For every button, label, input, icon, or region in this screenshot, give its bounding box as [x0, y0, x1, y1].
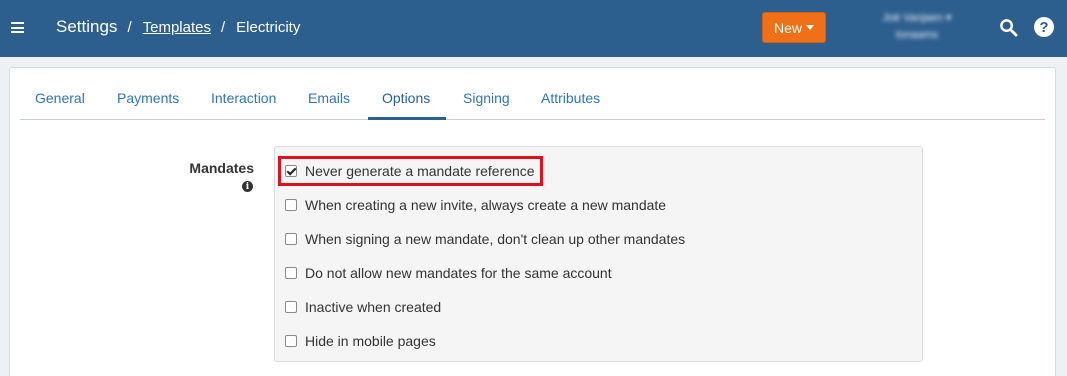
new-dropdown-button[interactable]: New	[762, 12, 826, 43]
tab-attributes[interactable]: Attributes	[541, 90, 600, 106]
breadcrumb-templates-link[interactable]: Templates	[143, 19, 211, 36]
caret-down-icon	[806, 25, 814, 30]
option-label: When creating a new invite, always creat…	[305, 197, 667, 213]
tab-emails[interactable]: Emails	[308, 90, 350, 106]
option-label: Inactive when created	[305, 299, 442, 315]
breadcrumb-electricity: Electricity	[236, 19, 301, 36]
option-always-create-new-mandate[interactable]: When creating a new invite, always creat…	[285, 195, 666, 215]
mandates-label: Mandates	[189, 160, 254, 176]
option-dont-clean-up-mandates[interactable]: When signing a new mandate, don't clean …	[285, 229, 685, 249]
option-hide-in-mobile-pages[interactable]: Hide in mobile pages	[285, 331, 436, 351]
checkbox[interactable]	[285, 199, 297, 211]
user-menu[interactable]: Joë Vanjaen ▾ tonaams	[862, 10, 972, 46]
checkbox[interactable]	[285, 267, 297, 279]
top-navigation-bar: Settings / Templates / Electricity New J…	[0, 0, 1067, 57]
breadcrumb-separator: /	[127, 19, 132, 36]
tab-general[interactable]: General	[35, 90, 85, 106]
user-organization: tonaams	[895, 29, 939, 41]
help-icon[interactable]: ?	[1034, 17, 1054, 37]
option-no-new-mandates-same-account[interactable]: Do not allow new mandates for the same a…	[285, 263, 612, 283]
search-icon[interactable]	[999, 18, 1018, 37]
tab-payments[interactable]: Payments	[117, 90, 179, 106]
hamburger-menu-icon[interactable]	[11, 22, 24, 33]
option-label: Do not allow new mandates for the same a…	[305, 265, 612, 281]
breadcrumb-separator: /	[220, 19, 226, 36]
option-label: When signing a new mandate, don't clean …	[305, 231, 686, 247]
tab-bar: General Payments Interaction Emails Opti…	[20, 79, 1045, 120]
breadcrumb-settings: Settings	[56, 17, 118, 36]
checkbox[interactable]	[285, 301, 297, 313]
checkbox[interactable]	[285, 233, 297, 245]
option-label: Hide in mobile pages	[305, 333, 436, 349]
active-tab-indicator	[368, 117, 446, 120]
tab-interaction[interactable]: Interaction	[211, 90, 276, 106]
user-name: Joë Vanjaen ▾	[882, 12, 952, 24]
new-button-label: New	[773, 19, 802, 36]
info-icon[interactable]: i	[242, 181, 253, 192]
tab-options[interactable]: Options	[382, 90, 430, 106]
checkbox[interactable]	[285, 335, 297, 347]
option-inactive-when-created[interactable]: Inactive when created	[285, 297, 441, 317]
highlight-box	[278, 156, 543, 186]
breadcrumb: Settings / Templates / Electricity	[56, 17, 300, 37]
tab-signing[interactable]: Signing	[463, 90, 510, 106]
